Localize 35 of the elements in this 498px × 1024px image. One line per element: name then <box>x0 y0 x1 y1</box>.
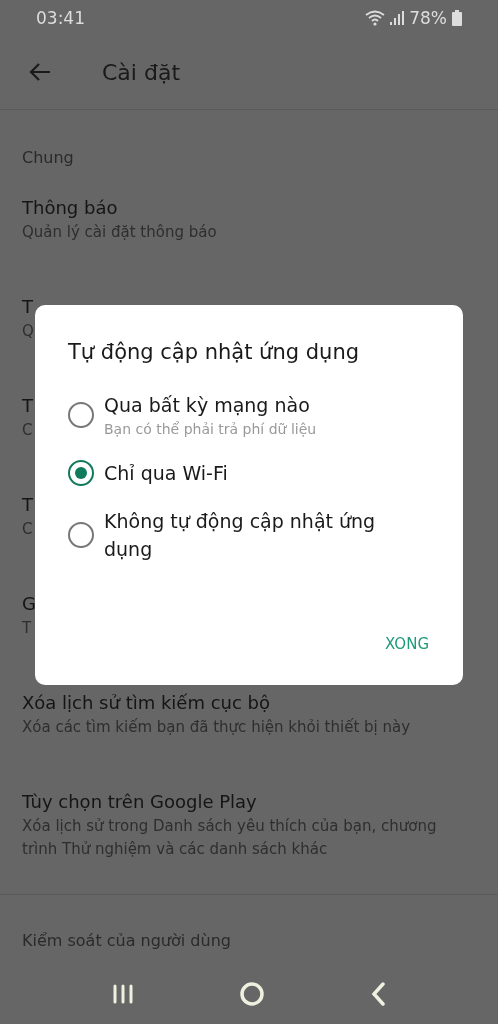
option-label[interactable]: Chỉ qua Wi-Fi <box>104 459 228 487</box>
setting-subtitle: Q <box>22 321 34 342</box>
setting-title[interactable]: Tùy chọn trên Google Play <box>22 789 257 815</box>
home-icon[interactable] <box>239 981 265 1007</box>
wifi-icon <box>365 9 386 26</box>
setting-subtitle: C <box>22 420 33 441</box>
section-label: Chung <box>21 147 75 169</box>
setting-title[interactable]: Thông báo <box>22 195 118 221</box>
setting-title[interactable]: T <box>22 294 33 320</box>
setting-title[interactable]: G <box>22 591 36 617</box>
section-label: Kiểm soát của người dùng <box>21 930 232 952</box>
signal-icon <box>390 10 405 25</box>
radio-button[interactable] <box>68 522 94 548</box>
setting-subtitle: T <box>22 618 32 639</box>
setting-title[interactable]: T <box>22 492 33 518</box>
option-description: Bạn có thể phải trả phí dữ liệu <box>104 420 317 439</box>
back-arrow-icon[interactable] <box>28 62 52 82</box>
done-button[interactable]: XONG <box>381 629 433 659</box>
radio-button[interactable] <box>68 402 94 428</box>
dialog-title: Tự động cập nhật ứng dụng <box>68 339 361 365</box>
radio-button[interactable] <box>68 460 94 486</box>
option-label[interactable]: Qua bất kỳ mạng nào <box>104 391 317 419</box>
setting-subtitle: Quản lý cài đặt thông báo <box>22 222 217 243</box>
setting-subtitle: Xóa lịch sử trong Danh sách yêu thích của bạn, chương trình Thử nghiệm và các danh sách khác <box>22 816 438 860</box>
page-title: Cài đặt <box>102 59 181 85</box>
battery-icon <box>452 9 462 26</box>
setting-title[interactable]: Xóa lịch sử tìm kiếm cục bộ <box>22 690 271 716</box>
back-icon[interactable] <box>369 982 386 1006</box>
setting-subtitle: C <box>22 519 33 540</box>
recent-apps-icon[interactable] <box>112 984 135 1004</box>
setting-subtitle: Xóa các tìm kiếm bạn đã thực hiện khỏi thiết bị này <box>22 717 411 738</box>
battery-percent: 78% <box>409 7 447 28</box>
option-label[interactable]: Không tự động cập nhật ứng dụng <box>104 507 429 563</box>
status-time: 03:41 <box>36 7 85 28</box>
setting-title[interactable]: T <box>22 393 33 419</box>
